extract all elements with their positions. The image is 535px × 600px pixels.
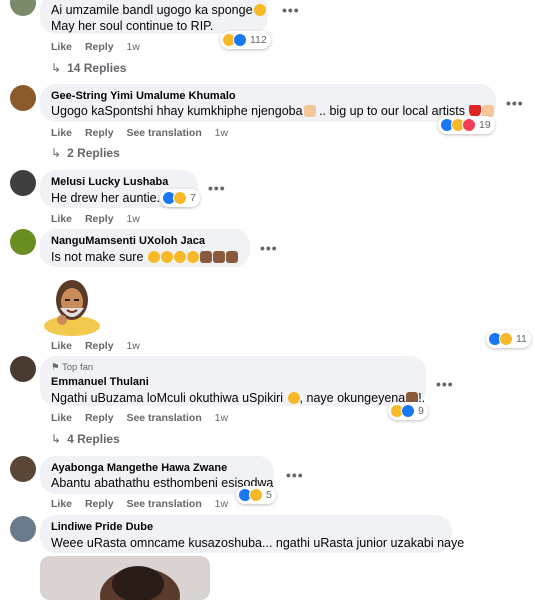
person-emoji-icon <box>212 251 225 263</box>
view-replies-link[interactable]: ↳ 14 Replies <box>51 61 126 75</box>
commenter-name[interactable]: Melusi Lucky Lushaba <box>51 176 168 188</box>
avatar[interactable] <box>10 356 36 382</box>
timestamp: 1w <box>214 127 229 139</box>
reply-arrow-icon: ↳ <box>51 61 62 75</box>
avatar[interactable] <box>10 85 36 111</box>
reply-arrow-icon: ↳ <box>51 146 62 160</box>
comment-text: May her soul continue to RIP. <box>51 19 214 33</box>
laughing-emoji-icon <box>287 392 300 404</box>
love-reaction-icon <box>462 118 476 132</box>
top-fan-badge: ⚑ Top fan <box>51 362 94 373</box>
haha-reaction-icon <box>249 488 263 502</box>
more-options-icon[interactable]: ••• <box>208 180 226 196</box>
hand-emoji-icon <box>303 105 316 117</box>
reaction-summary[interactable]: 9 <box>388 402 428 420</box>
avatar[interactable] <box>10 456 36 482</box>
view-replies-link[interactable]: ↳ 4 Replies <box>51 432 120 446</box>
comment-text: Ngathi uBuzama loMculi okuthiwa uSpikiri… <box>51 391 426 405</box>
see-translation-button[interactable]: See translation <box>126 498 201 510</box>
reply-button[interactable]: Reply <box>85 213 114 225</box>
avatar[interactable] <box>10 516 36 542</box>
timestamp: 1w <box>214 412 229 424</box>
top-fan-badge-icon: ⚑ <box>51 362 60 373</box>
comment-text: He drew her auntie. <box>51 191 161 205</box>
reaction-summary[interactable]: 7 <box>160 189 200 207</box>
laughing-man-sticker-icon <box>44 280 100 336</box>
like-button[interactable]: Like <box>51 41 72 53</box>
more-options-icon[interactable]: ••• <box>506 95 524 111</box>
sponge-emoji-icon <box>253 4 266 16</box>
reaction-count: 112 <box>250 34 267 46</box>
comment-text: Ai umzamile bandl ugogo ka sponge <box>51 3 266 17</box>
photo-thumbnail-icon <box>40 556 210 600</box>
laughing-emoji-icon <box>173 251 186 263</box>
reaction-count: 11 <box>516 333 527 345</box>
more-options-icon[interactable]: ••• <box>286 467 304 483</box>
commenter-name[interactable]: Ayabonga Mangethe Hawa Zwane <box>51 462 227 474</box>
more-options-icon[interactable]: ••• <box>436 376 454 392</box>
like-button[interactable]: Like <box>51 412 72 424</box>
timestamp: 1w <box>126 41 140 53</box>
timestamp: 1w <box>126 340 140 352</box>
comment-actions: Like Reply 1w <box>51 213 150 225</box>
commenter-name[interactable]: Lindiwe Pride Dube <box>51 521 153 533</box>
see-translation-button[interactable]: See translation <box>126 412 201 424</box>
reaction-count: 7 <box>190 192 196 204</box>
more-options-icon[interactable]: ••• <box>282 2 300 18</box>
comment-text: Is not make sure <box>51 250 238 264</box>
reaction-summary[interactable]: 112 <box>220 31 271 49</box>
person-emoji-icon <box>199 251 212 263</box>
reply-button[interactable]: Reply <box>85 412 114 424</box>
more-options-icon[interactable]: ••• <box>260 240 278 256</box>
laughing-emoji-icon <box>186 251 199 263</box>
haha-reaction-icon <box>173 191 187 205</box>
person-emoji-icon <box>225 251 238 263</box>
timestamp: 1w <box>214 498 229 510</box>
timestamp: 1w <box>126 213 140 225</box>
reaction-count: 9 <box>418 405 424 417</box>
commenter-name[interactable]: NanguMamsenti UXoloh Jaca <box>51 235 205 247</box>
reply-button[interactable]: Reply <box>85 340 114 352</box>
reaction-summary[interactable]: 19 <box>438 116 495 134</box>
comment-actions: Like Reply See translation 1w <box>51 498 238 510</box>
commenter-name[interactable]: Emmanuel Thulani <box>51 376 149 388</box>
comment-actions: Like Reply See translation 1w <box>51 127 238 139</box>
reply-arrow-icon: ↳ <box>51 432 62 446</box>
laughing-emoji-icon <box>147 251 160 263</box>
reaction-count: 5 <box>266 489 272 501</box>
like-button[interactable]: Like <box>51 340 72 352</box>
reply-button[interactable]: Reply <box>85 127 114 139</box>
comment-text: Weee uRasta omncame kusazoshuba... ngath… <box>51 536 465 550</box>
avatar[interactable] <box>10 170 36 196</box>
comment-actions: Like Reply 1w <box>51 340 150 352</box>
like-reaction-icon <box>233 33 247 47</box>
laughing-emoji-icon <box>160 251 173 263</box>
like-reaction-icon <box>401 404 415 418</box>
reply-button[interactable]: Reply <box>85 41 114 53</box>
view-replies-link[interactable]: ↳ 2 Replies <box>51 146 120 160</box>
comment-image[interactable] <box>40 556 210 600</box>
reaction-summary[interactable]: 11 <box>486 330 531 348</box>
avatar[interactable] <box>10 229 36 255</box>
comment-actions: Like Reply 1w <box>51 41 150 53</box>
see-translation-button[interactable]: See translation <box>126 127 201 139</box>
haha-reaction-icon <box>499 332 513 346</box>
comment-actions: Like Reply See translation 1w <box>51 412 238 424</box>
like-button[interactable]: Like <box>51 213 72 225</box>
like-button[interactable]: Like <box>51 498 72 510</box>
like-button[interactable]: Like <box>51 127 72 139</box>
avatar[interactable] <box>10 0 36 16</box>
reaction-count: 19 <box>479 119 491 131</box>
reaction-summary[interactable]: 5 <box>236 486 276 504</box>
reply-button[interactable]: Reply <box>85 498 114 510</box>
comment-text: Ugogo kaSpontshi hhay kumkhiphe njengoba… <box>51 104 495 118</box>
commenter-name[interactable]: Gee-String Yimi Umalume Khumalo <box>51 90 236 102</box>
